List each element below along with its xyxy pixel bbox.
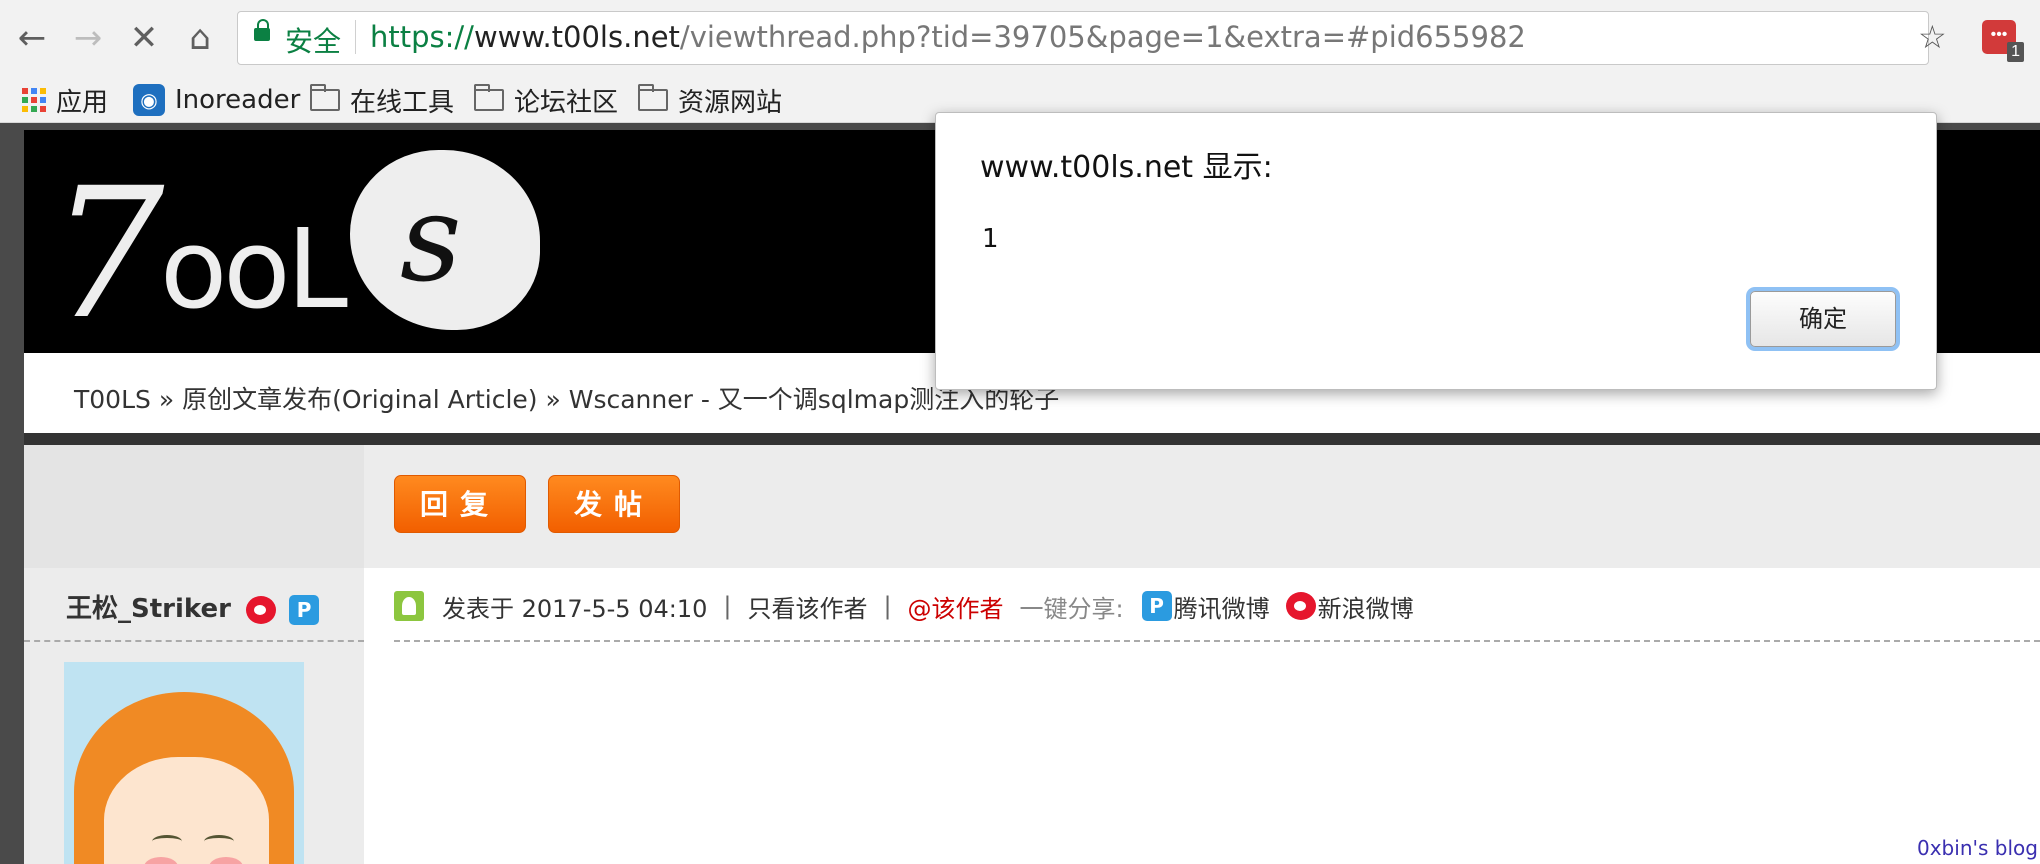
dialog-message: 1 — [982, 224, 999, 254]
share-sina-link[interactable]: 新浪微博 — [1318, 589, 1414, 624]
folder-icon — [638, 84, 668, 111]
new-post-button[interactable]: 发帖 — [548, 475, 680, 533]
author-name[interactable]: 王松_Striker P — [66, 588, 320, 625]
tencent-weibo-icon[interactable]: P — [1141, 591, 1172, 621]
folder-icon — [474, 84, 504, 111]
extension-icon[interactable]: ••• 1 — [1982, 20, 2024, 62]
bookmark-inoreader[interactable]: ◉ Inoreader — [133, 78, 300, 122]
separator: | — [883, 592, 892, 620]
ok-button[interactable]: 确定 — [1750, 291, 1896, 347]
sina-weibo-icon[interactable] — [1285, 592, 1316, 620]
site-logo-s: s — [400, 170, 462, 309]
bookmark-folder-tools-label: 在线工具 — [350, 87, 455, 118]
tencent-weibo-icon[interactable]: P — [289, 594, 320, 625]
sina-weibo-icon[interactable] — [246, 595, 277, 624]
at-author-link[interactable]: @该作者 — [908, 589, 1004, 624]
bookmark-folder-forums-label: 论坛社区 — [514, 87, 619, 118]
omnibox-divider — [355, 20, 356, 54]
url-host: www.t00ls.net — [473, 20, 680, 54]
home-icon[interactable]: ⌂ — [180, 18, 220, 58]
bookmark-star-icon[interactable]: ☆ — [1918, 18, 1947, 56]
bookmark-folder-resources[interactable]: 资源网站 — [638, 78, 782, 122]
forward-icon[interactable]: → — [68, 18, 108, 58]
bookmark-apps-label: 应用 — [56, 87, 109, 118]
author-divider — [24, 640, 364, 642]
post-meta: 发表于 2017-5-5 04:10 | 只看该作者 | @该作者 一键分享: … — [394, 588, 1414, 624]
url-text[interactable]: https://www.t00ls.net/viewthread.php?tid… — [370, 20, 1526, 54]
back-icon[interactable]: ← — [12, 18, 52, 58]
inoreader-icon: ◉ — [133, 84, 165, 116]
bookmark-folder-forums[interactable]: 论坛社区 — [474, 78, 618, 122]
security-label: 安全 — [285, 25, 342, 58]
bookmark-inoreader-label: Inoreader — [175, 85, 301, 115]
share-label: 一键分享: — [1019, 594, 1124, 623]
bookmark-apps[interactable]: 应用 — [22, 78, 108, 122]
reply-button[interactable]: 回复 — [394, 475, 526, 533]
avatar-eye — [204, 835, 234, 848]
author-name-text: 王松_Striker — [66, 594, 231, 624]
breadcrumb[interactable]: T00LS » 原创文章发布(Original Article) » Wscan… — [74, 380, 1059, 416]
share-tencent-link[interactable]: 腾讯微博 — [1174, 589, 1270, 624]
avatar-face — [104, 757, 269, 864]
stop-icon[interactable]: ✕ — [124, 18, 164, 58]
extension-badge: 1 — [2007, 42, 2024, 62]
apps-grid-icon — [22, 88, 46, 112]
avatar[interactable] — [64, 662, 304, 864]
site-logo[interactable]: 7 — [50, 150, 165, 359]
avatar-blush — [209, 857, 243, 864]
avatar-blush — [144, 857, 178, 864]
bookmark-folder-resources-label: 资源网站 — [678, 87, 783, 118]
site-logo-letters: ooL — [160, 205, 348, 333]
user-icon — [394, 591, 424, 621]
post-date: 发表于 2017-5-5 04:10 — [442, 594, 708, 623]
post-divider — [394, 640, 2040, 642]
avatar-eye — [152, 835, 182, 848]
bookmark-folder-tools[interactable]: 在线工具 — [310, 78, 454, 122]
dialog-title: www.t00ls.net 显示: — [980, 150, 1273, 185]
divider-bar — [24, 433, 2040, 445]
only-author-link[interactable]: 只看该作者 — [747, 589, 867, 624]
separator: | — [723, 592, 732, 620]
lock-icon — [254, 19, 270, 41]
watermark: 0xbin's blog — [1917, 836, 2038, 860]
url-scheme: https:// — [370, 20, 474, 54]
url-path: /viewthread.php?tid=39705&page=1&extra=#… — [679, 20, 1526, 54]
author-panel-header — [24, 445, 364, 568]
folder-icon — [310, 84, 340, 111]
